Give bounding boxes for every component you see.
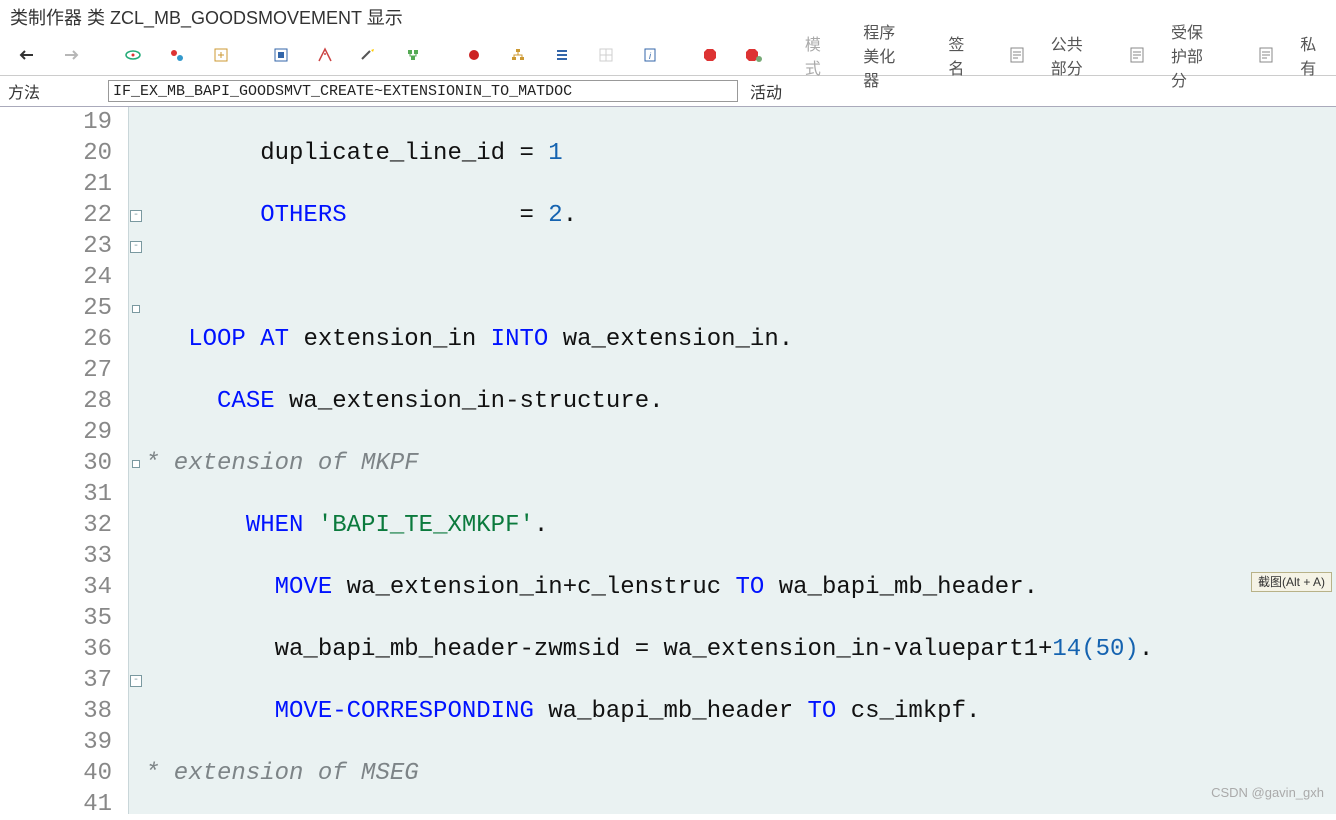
line-number-gutter: 1920212223242526272829303132333435363738… <box>10 107 129 814</box>
line-number: 28 <box>10 386 128 417</box>
line-number: 32 <box>10 510 128 541</box>
protected-section-button[interactable]: 受保护部分 <box>1161 41 1226 69</box>
hierarchy-icon[interactable] <box>498 41 538 69</box>
layout-icon[interactable] <box>586 41 626 69</box>
fold-toggle-icon[interactable]: - <box>130 241 142 253</box>
line-number: 29 <box>10 417 128 448</box>
line-number: 21 <box>10 169 128 200</box>
public-section-button[interactable]: 公共部分 <box>1041 41 1097 69</box>
stop-icon[interactable] <box>690 41 730 69</box>
fold-toggle-icon[interactable]: - <box>130 675 142 687</box>
code-editor[interactable]: 1920212223242526272829303132333435363738… <box>0 107 1336 814</box>
toolbar: i 模式 程序美化器 签名 公共部分 受保护部分 私有 <box>0 35 1336 76</box>
line-number: 35 <box>10 603 128 634</box>
line-number: 31 <box>10 479 128 510</box>
change-bar <box>0 107 10 814</box>
page-icon-1[interactable] <box>997 41 1037 69</box>
line-number: 33 <box>10 541 128 572</box>
line-number: 19 <box>10 107 128 138</box>
line-number: 36 <box>10 634 128 665</box>
method-label: 方法 <box>8 79 108 103</box>
page-icon-3[interactable] <box>1246 41 1286 69</box>
method-bar: 方法 活动 <box>0 76 1336 107</box>
breakpoint-icon[interactable] <box>454 41 494 69</box>
line-number: 40 <box>10 758 128 789</box>
fold-toggle-icon[interactable]: - <box>130 210 142 222</box>
info-icon[interactable]: i <box>630 41 670 69</box>
window-title: 类制作器 类 ZCL_MB_GOODSMOVEMENT 显示 <box>10 4 403 30</box>
forward-icon[interactable] <box>52 41 92 69</box>
pretty-printer-button[interactable]: 程序美化器 <box>853 41 918 69</box>
window-title-bar: 类制作器 类 ZCL_MB_GOODSMOVEMENT 显示 <box>0 0 1336 35</box>
fold-bullet-icon[interactable] <box>132 460 140 468</box>
activate-icon[interactable] <box>305 41 345 69</box>
line-number: 23 <box>10 231 128 262</box>
display-icon[interactable] <box>113 41 153 69</box>
line-number: 38 <box>10 696 128 727</box>
back-icon[interactable] <box>8 41 48 69</box>
enhance-icon[interactable] <box>201 41 241 69</box>
pattern-button[interactable]: 模式 <box>795 41 833 69</box>
fold-bullet-icon[interactable] <box>132 305 140 313</box>
line-number: 41 <box>10 789 128 820</box>
line-number: 22 <box>10 200 128 231</box>
other-object-icon[interactable] <box>157 41 197 69</box>
code-area[interactable]: duplicate_line_id = 1 OTHERS = 2. LOOP A… <box>143 107 1336 814</box>
line-number: 30 <box>10 448 128 479</box>
line-number: 24 <box>10 262 128 293</box>
line-number: 26 <box>10 324 128 355</box>
fold-column[interactable]: - - - <box>129 107 143 814</box>
line-number: 25 <box>10 293 128 324</box>
method-input[interactable] <box>108 80 738 102</box>
private-section-button[interactable]: 私有 <box>1290 41 1328 69</box>
signature-button[interactable]: 签名 <box>938 41 976 69</box>
watermark: CSDN @gavin_gxh <box>1211 777 1324 808</box>
screenshot-tooltip: 截图(Alt + A) <box>1251 572 1332 592</box>
status-text: 活动 <box>750 79 782 103</box>
where-used-icon[interactable] <box>393 41 433 69</box>
page-icon-2[interactable] <box>1117 41 1157 69</box>
list-icon[interactable] <box>542 41 582 69</box>
test-icon[interactable] <box>349 41 389 69</box>
line-number: 27 <box>10 355 128 386</box>
check-icon[interactable] <box>261 41 301 69</box>
line-number: 37 <box>10 665 128 696</box>
line-number: 39 <box>10 727 128 758</box>
line-number: 20 <box>10 138 128 169</box>
line-number: 34 <box>10 572 128 603</box>
svg-text:i: i <box>649 51 652 61</box>
ext-stop-icon[interactable] <box>734 41 774 69</box>
